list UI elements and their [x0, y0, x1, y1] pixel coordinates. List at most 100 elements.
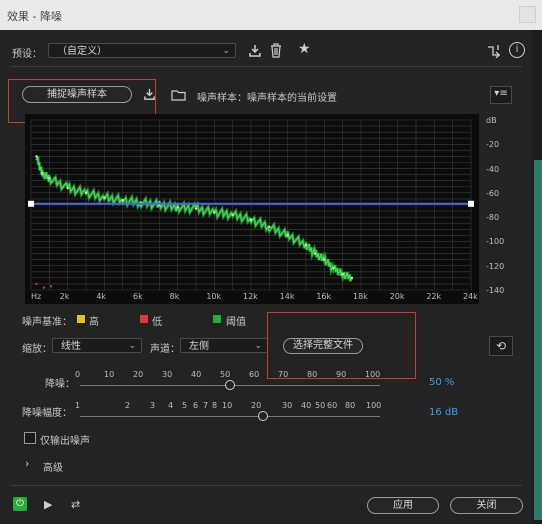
y-tick-label: -40 [486, 164, 500, 174]
chevron-down-icon: ⌄ [222, 46, 230, 56]
spectrum-point [231, 213, 234, 216]
download-preset-icon[interactable] [248, 44, 262, 61]
loop-icon[interactable]: ⇄ [71, 498, 80, 511]
trash-icon[interactable] [270, 43, 282, 61]
spectrum-point [249, 218, 253, 221]
output-noise-only-checkbox[interactable] [24, 432, 36, 444]
x-tick-label: 2k [59, 292, 70, 301]
legend-low-label: 低 [152, 317, 162, 328]
slider-tick-label: 100 [366, 401, 382, 410]
x-tick-label: 16k [316, 292, 332, 301]
legend-swatch-low [140, 315, 148, 323]
window-close-button[interactable] [519, 6, 536, 23]
routing-icon[interactable] [487, 44, 501, 61]
scale-dropdown[interactable]: 线性 ⌄ [52, 338, 142, 353]
import-icon[interactable] [143, 88, 156, 104]
y-axis-labels: dB -20 -40 -60 -80 -100 -120 -140 [486, 110, 516, 300]
slider-tick-label: 2 [125, 401, 131, 410]
chevron-right-icon[interactable]: › [25, 457, 29, 470]
x-axis-labels: Hz 2k 4k 6k 8k 10k 12k 14k 16k 18k 20k 22k 24k [25, 292, 479, 304]
spectrum-point [48, 177, 51, 180]
noise-reduction-number: 50 [429, 377, 442, 388]
spectrum-point [213, 211, 216, 214]
threshold-handle-right [468, 200, 474, 207]
folder-icon[interactable] [171, 89, 186, 104]
x-tick-label: 20k [389, 292, 405, 301]
spectrum-graph [28, 119, 474, 291]
y-tick-label: -140 [486, 286, 505, 295]
slider-tick-label: 40 [191, 370, 202, 379]
chevron-down-icon: ⌄ [128, 341, 136, 351]
legend-swatch-high [77, 315, 85, 323]
preset-label: 预设： [12, 49, 42, 60]
x-tick-label: 6k [133, 292, 143, 301]
x-tick-label: 24k [463, 292, 478, 301]
slider-tick-label: 80 [345, 401, 356, 410]
y-tick-label: -60 [486, 188, 500, 198]
power-icon[interactable]: ⏻ [13, 497, 27, 511]
capture-noise-print-button[interactable]: 捕捉噪声样本 [22, 86, 132, 103]
select-entire-file-button[interactable]: 选择完整文件 [283, 338, 363, 354]
y-tick-label: -80 [486, 213, 500, 223]
spectrum-point [194, 207, 198, 210]
star-icon[interactable]: ★ [298, 42, 311, 56]
slider-tick-label: 20 [251, 401, 262, 410]
reduce-by-value[interactable]: 16 dB [429, 407, 458, 418]
slider-tick-label: 30 [282, 401, 293, 410]
spectrum-point [66, 186, 69, 190]
y-tick-label: dB [486, 116, 497, 125]
x-tick-label: 10k [206, 292, 222, 301]
spectrum-chart[interactable] [25, 114, 479, 304]
menu-icon[interactable]: ▾≡ [490, 86, 512, 104]
spectrum-point [304, 243, 308, 247]
reduce-by-track[interactable] [80, 416, 380, 417]
threshold-handle-left [28, 200, 34, 207]
slider-tick-label: 6 [193, 401, 199, 410]
noise-reduction-value[interactable]: 50 % [429, 377, 454, 388]
y-tick-label: -20 [486, 140, 500, 150]
reset-icon[interactable]: ⟲ [489, 336, 513, 356]
channel-dropdown[interactable]: 左侧 ⌄ [180, 338, 268, 353]
slider-tick-label: 0 [75, 370, 81, 379]
low-noise-mark [49, 285, 53, 288]
reduce-by-scale: 1 2 3 4 5 6 7 8 10 20 30 40 50 60 80 100 [75, 401, 382, 413]
chevron-down-icon: ⌄ [254, 341, 262, 351]
x-tick-label: 14k [279, 292, 295, 301]
slider-tick-label: 4 [168, 401, 174, 410]
preset-value: （自定义） [57, 46, 107, 57]
y-tick-label: -120 [486, 261, 505, 271]
slider-tick-label: 100 [365, 370, 381, 379]
noise-reduction-slider-knob[interactable] [225, 380, 235, 390]
info-icon[interactable]: i [509, 42, 525, 58]
slider-tick-label: 60 [327, 401, 338, 410]
slider-tick-label: 20 [133, 370, 144, 379]
spectrum-point [103, 196, 106, 199]
noise-reduction-unit: % [444, 377, 455, 388]
close-button[interactable]: 关闭 [450, 497, 523, 514]
spectrum-point [121, 198, 124, 202]
legend-label: 噪声基准： [22, 317, 72, 328]
play-icon[interactable]: ▶ [44, 498, 52, 511]
preset-dropdown[interactable]: （自定义） ⌄ [48, 43, 236, 58]
divider [10, 66, 522, 67]
x-tick-label: 18k [353, 292, 368, 301]
slider-tick-label: 8 [212, 401, 218, 410]
apply-button[interactable]: 应用 [367, 497, 439, 514]
spectrum-point [286, 234, 289, 237]
spectrum-point [332, 266, 335, 270]
reduce-by-unit: dB [444, 407, 459, 418]
legend-high-label: 高 [89, 317, 99, 328]
slider-tick-label: 40 [301, 401, 312, 410]
y-tick-label: -100 [486, 237, 505, 247]
reduce-by-slider-knob[interactable] [258, 411, 268, 421]
scale-value: 线性 [61, 341, 81, 352]
legend-swatch-threshold [213, 315, 221, 323]
noise-reduction-label: 降噪： [45, 379, 75, 390]
spectrum-point [84, 191, 88, 195]
output-noise-only-label: 仅输出噪声 [40, 436, 90, 447]
advanced-section-label[interactable]: 高级 [43, 459, 63, 474]
low-noise-mark [35, 282, 38, 286]
x-tick-label: 22k [426, 292, 442, 301]
spectrum-band [35, 156, 354, 284]
slider-tick-label: 10 [104, 370, 115, 379]
